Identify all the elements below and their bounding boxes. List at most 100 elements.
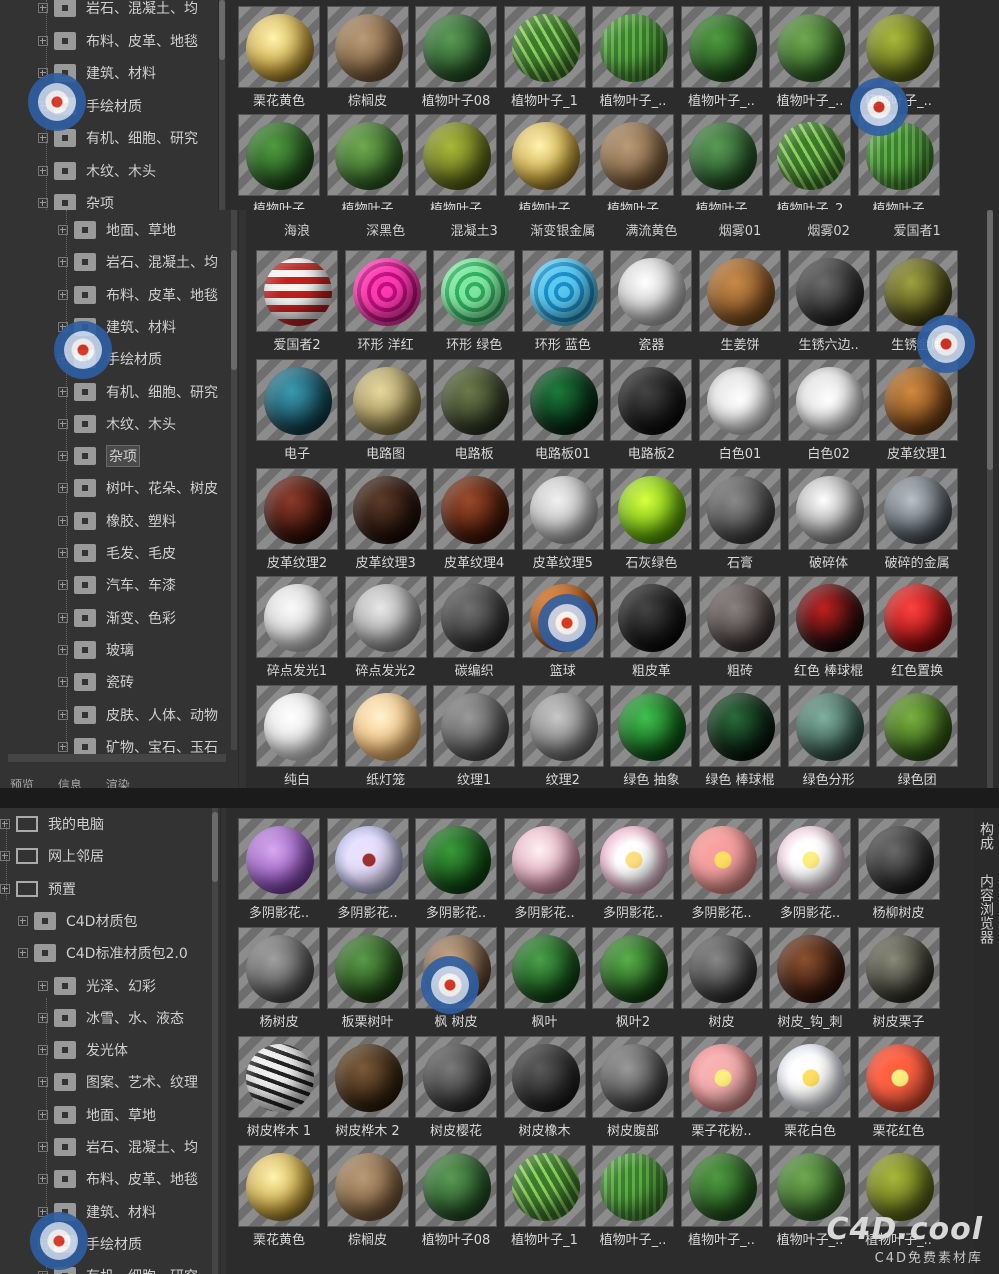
expand-icon[interactable]: [58, 386, 68, 397]
expand-icon[interactable]: [38, 198, 48, 208]
tab-info[interactable]: 信息: [58, 778, 82, 788]
material-tile[interactable]: 多阴影花..: [769, 818, 851, 924]
expand-icon[interactable]: [38, 1142, 48, 1152]
material-tile[interactable]: 绿色 抽象: [610, 685, 693, 788]
material-tile[interactable]: 杨树皮: [238, 927, 320, 1033]
material-tile[interactable]: 皮革纹理3: [344, 467, 427, 574]
material-tile[interactable]: 碳编织: [433, 576, 516, 682]
material-tile[interactable]: 电路板2: [610, 358, 693, 465]
material-tile[interactable]: 植物叶子08: [415, 6, 497, 112]
tree-item[interactable]: 毛发、毛皮: [58, 537, 176, 569]
material-tile[interactable]: 多阴影花..: [415, 818, 497, 924]
tree-item[interactable]: 冰雪、水、液态: [38, 1002, 184, 1034]
material-tile[interactable]: 栗花红色: [857, 1036, 940, 1142]
expand-icon[interactable]: [58, 741, 68, 752]
expand-icon[interactable]: [38, 133, 48, 143]
material-tile[interactable]: 纹理2: [521, 685, 604, 788]
expand-icon[interactable]: [38, 1109, 48, 1120]
tree-item[interactable]: 渐变、色彩: [58, 602, 176, 634]
material-tile[interactable]: 多阴影花..: [326, 818, 409, 924]
tree-item[interactable]: 汽车、车漆: [58, 569, 176, 601]
expand-icon[interactable]: [38, 35, 48, 46]
tree-item[interactable]: 玻璃: [58, 634, 134, 666]
expand-icon[interactable]: [58, 451, 68, 462]
expand-icon[interactable]: [38, 1012, 48, 1023]
material-tile[interactable]: 植物叶子_..: [592, 1145, 674, 1251]
tree-top-scrollbar[interactable]: [219, 0, 225, 210]
material-tile[interactable]: 破碎体: [787, 467, 870, 574]
expand-icon[interactable]: [58, 709, 68, 720]
material-tile[interactable]: 植物叶子: [326, 114, 409, 210]
material-tile[interactable]: 电子: [256, 358, 338, 465]
tree-item[interactable]: C4D标准材质包2.0: [18, 937, 188, 969]
material-tile[interactable]: 红色 棒球棍: [787, 576, 870, 682]
material-tile[interactable]: 树皮桦木 2: [326, 1036, 409, 1142]
material-tile[interactable]: 植物叶子: [680, 114, 763, 210]
tree-item[interactable]: 岩石、混凝土、均: [58, 246, 218, 278]
material-tile[interactable]: 枫叶: [503, 927, 586, 1033]
tab-preview[interactable]: 预览: [10, 778, 34, 788]
material-tile[interactable]: 石灰绿色: [610, 467, 693, 574]
material-tile[interactable]: 栗花黄色: [238, 1145, 320, 1251]
material-tile[interactable]: 环形 洋红: [344, 250, 427, 356]
expand-icon[interactable]: [58, 418, 68, 429]
material-tile[interactable]: 植物叶子_1: [503, 1145, 586, 1251]
material-tile[interactable]: 树皮腹部: [592, 1036, 674, 1142]
material-tile[interactable]: 碎点发光1: [256, 576, 338, 682]
material-tile[interactable]: 多阴影花..: [238, 818, 320, 924]
tree-item[interactable]: 地面、草地: [38, 1099, 156, 1131]
material-tile[interactable]: 石膏: [699, 467, 781, 574]
tree-item[interactable]: 杂项: [38, 187, 114, 210]
expand-icon[interactable]: [18, 915, 28, 926]
material-tile[interactable]: 枫叶2: [592, 927, 674, 1033]
tree-item[interactable]: 瓷砖: [58, 666, 134, 698]
material-tile[interactable]: 环形 绿色: [433, 250, 516, 356]
expand-icon[interactable]: [58, 483, 68, 494]
material-tile[interactable]: 纹理1: [433, 685, 516, 788]
side-tab-content-browser[interactable]: 内容浏览器: [976, 874, 996, 944]
material-tile[interactable]: 植物叶子_2: [769, 114, 851, 210]
material-tile[interactable]: 植物叶子_..: [769, 6, 851, 112]
material-tile[interactable]: 红色置换: [876, 576, 959, 682]
tree-item[interactable]: 布料、皮革、地毯: [38, 25, 198, 57]
tree-mid-scrollbar[interactable]: [231, 210, 237, 750]
tree-item[interactable]: 木纹、木头: [58, 408, 176, 440]
tree-item[interactable]: 岩石、混凝土、均: [38, 0, 198, 24]
tree-item[interactable]: C4D材质包: [18, 905, 137, 937]
tree-item[interactable]: 预置: [0, 873, 76, 905]
material-tile[interactable]: 植物叶子_1: [503, 6, 586, 112]
tree-item[interactable]: 岩石、混凝土、均: [38, 1131, 198, 1163]
material-tile[interactable]: 植物叶子: [503, 114, 586, 210]
material-tile[interactable]: 栗花白色: [769, 1036, 851, 1142]
tree-item[interactable]: 图案、艺术、纹理: [38, 1066, 198, 1098]
material-tile[interactable]: 白色02: [787, 358, 870, 465]
material-tile[interactable]: 碎点发光2: [344, 576, 427, 682]
expand-icon[interactable]: [38, 1045, 48, 1056]
tree-item[interactable]: 布料、皮革、地毯: [38, 1163, 198, 1195]
tree-item[interactable]: 我的电脑: [0, 808, 104, 840]
material-tile[interactable]: 栗花黄色: [238, 6, 320, 112]
material-tile[interactable]: 多阴影花..: [592, 818, 674, 924]
tree-item[interactable]: 地面、草地: [58, 214, 176, 246]
expand-icon[interactable]: [38, 1174, 48, 1185]
tree-item[interactable]: 有机、细胞、研究: [58, 376, 218, 408]
material-tile[interactable]: 栗子花粉..: [680, 1036, 763, 1142]
expand-icon[interactable]: [58, 548, 68, 558]
expand-icon[interactable]: [58, 289, 68, 300]
material-tile[interactable]: 白色01: [699, 358, 781, 465]
material-tile[interactable]: 皮革纹理5: [521, 467, 604, 574]
material-tile[interactable]: 破碎的金属: [876, 467, 959, 574]
expand-icon[interactable]: [58, 612, 68, 623]
expand-icon[interactable]: [38, 1077, 48, 1088]
expand-icon[interactable]: [58, 515, 68, 526]
material-tile[interactable]: 杨柳树皮: [857, 818, 940, 924]
tree-hscrollbar[interactable]: [8, 754, 226, 762]
material-tile[interactable]: 纸灯笼: [344, 685, 427, 788]
expand-icon[interactable]: [58, 257, 68, 268]
expand-icon[interactable]: [0, 851, 10, 862]
material-tile[interactable]: 树皮桦木 1: [238, 1036, 320, 1142]
material-tile[interactable]: 植物叶子_..: [680, 1145, 763, 1251]
tree-item[interactable]: 光泽、幻彩: [38, 970, 156, 1002]
material-tile[interactable]: 树皮_钩_刺: [769, 927, 851, 1033]
tree-item[interactable]: 杂项: [58, 440, 140, 472]
